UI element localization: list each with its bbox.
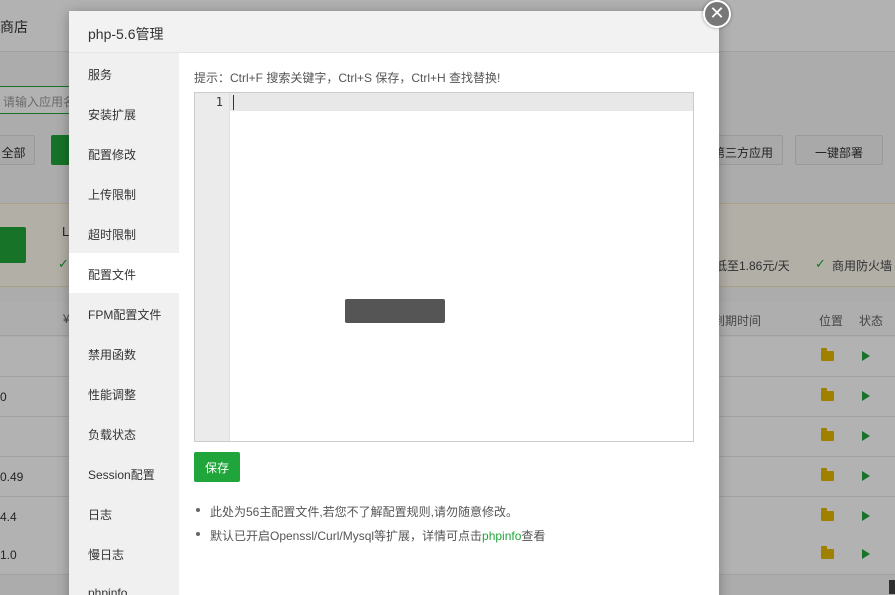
sidebar-item-phpinfo[interactable]: phpinfo [69,573,179,595]
sidebar-item-fpm-config-file[interactable]: FPM配置文件 [69,293,179,333]
sidebar-item-config-edit[interactable]: 配置修改 [69,133,179,173]
save-button[interactable]: 保存 [194,452,240,482]
note-text: 此处为56主配置文件,若您不了解配置规则,请勿随意修改。 [210,505,519,519]
note-text-suffix: 查看 [521,529,546,543]
config-editor[interactable]: 1 [194,92,694,442]
sidebar-item-log[interactable]: 日志 [69,493,179,533]
sidebar-item-load-status[interactable]: 负载状态 [69,413,179,453]
sidebar-item-slow-log[interactable]: 慢日志 [69,533,179,573]
sidebar-item-disabled-functions[interactable]: 禁用函数 [69,333,179,373]
active-line-highlight [230,93,693,111]
note-item: 此处为56主配置文件,若您不了解配置规则,请勿随意修改。 [194,503,704,527]
editor-gutter: 1 [195,93,230,441]
sidebar-item-timeout-limit[interactable]: 超时限制 [69,213,179,253]
help-notes: 此处为56主配置文件,若您不了解配置规则,请勿随意修改。 默认已开启Openss… [194,503,704,551]
line-number: 1 [215,95,223,109]
sidebar-item-performance-tuning[interactable]: 性能调整 [69,373,179,413]
dialog-sidebar: 服务 安装扩展 配置修改 上传限制 超时限制 配置文件 FPM配置文件 禁用函数… [69,53,179,595]
note-text-prefix: 默认已开启Openssl/Curl/Mysql等扩展，详情可点击 [210,529,483,543]
loading-indicator [345,299,445,323]
dialog-title: php-5.6管理 [69,11,719,53]
php-manager-dialog: php-5.6管理 服务 安装扩展 配置修改 上传限制 超时限制 配置文件 FP… [69,11,719,595]
note-item: 默认已开启Openssl/Curl/Mysql等扩展，详情可点击phpinfo查… [194,527,704,551]
sidebar-item-session-config[interactable]: Session配置 [69,453,179,493]
shortcut-tip: 提示：Ctrl+F 搜索关键字，Ctrl+S 保存，Ctrl+H 查找替换! [194,71,501,85]
close-icon[interactable]: ✕ [703,0,731,28]
sidebar-item-upload-limit[interactable]: 上传限制 [69,173,179,213]
text-cursor [233,95,234,110]
phpinfo-link[interactable]: phpinfo [482,529,521,543]
sidebar-item-service[interactable]: 服务 [69,53,179,93]
sidebar-item-config-file[interactable]: 配置文件 [69,253,179,293]
sidebar-item-install-extensions[interactable]: 安装扩展 [69,93,179,133]
